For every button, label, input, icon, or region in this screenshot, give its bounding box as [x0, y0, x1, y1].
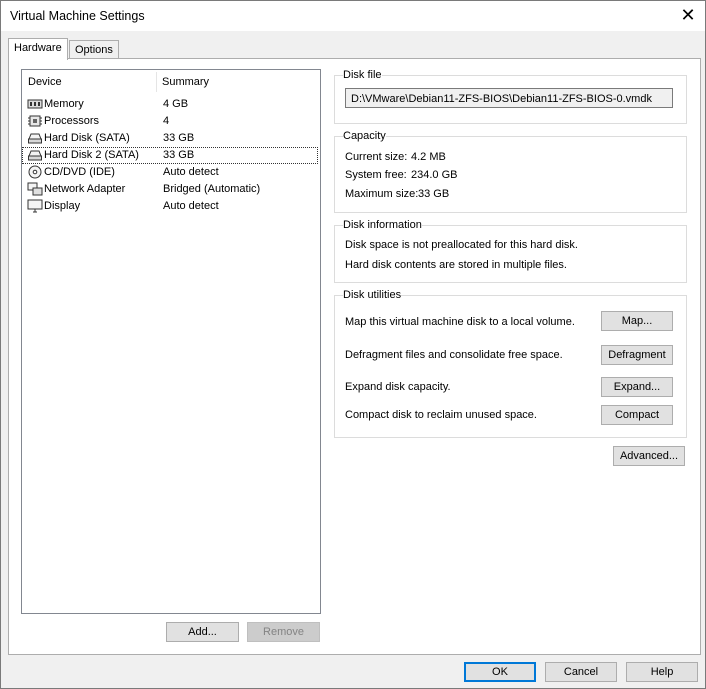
help-button[interactable]: Help	[626, 662, 698, 682]
device-row-cd-dvd[interactable]: CD/DVD (IDE) Auto detect	[22, 164, 318, 181]
compact-description: Compact disk to reclaim unused space.	[345, 409, 537, 421]
device-name: Memory	[44, 98, 84, 110]
current-size-label: Current size:	[345, 151, 408, 163]
device-list-header: Device Summary	[22, 70, 320, 92]
device-summary: 33 GB	[163, 149, 195, 161]
hard-disk-icon	[28, 133, 42, 144]
window-title: Virtual Machine Settings	[10, 9, 145, 23]
group-title: Disk information	[343, 219, 422, 231]
device-list[interactable]: Device Summary Memory 4 GB Processors 4 …	[21, 69, 321, 614]
device-row-hard-disk[interactable]: Hard Disk (SATA) 33 GB	[22, 130, 318, 147]
device-summary: 4	[163, 115, 170, 127]
group-title: Capacity	[343, 130, 386, 142]
device-row-processors[interactable]: Processors 4	[22, 113, 318, 130]
device-name: Processors	[44, 115, 100, 127]
tab-options[interactable]: Options	[69, 40, 119, 60]
tab-hardware-label: Hardware	[14, 42, 62, 54]
tab-options-label: Options	[75, 44, 113, 56]
title-bar: Virtual Machine Settings ✕	[1, 1, 705, 31]
device-summary: Auto detect	[163, 166, 219, 178]
disk-file-path-field[interactable]: D:\VMware\Debian11-ZFS-BIOS\Debian11-ZFS…	[345, 88, 673, 108]
group-title: Disk utilities	[343, 289, 402, 301]
device-name: Network Adapter	[44, 183, 126, 195]
disk-info-line-1: Disk space is not preallocated for this …	[345, 239, 578, 251]
system-free-label: System free:	[345, 169, 407, 181]
tab-hardware[interactable]: Hardware	[8, 38, 68, 60]
advanced-button[interactable]: Advanced...	[613, 446, 685, 466]
hard-disk-icon	[28, 150, 42, 161]
remove-button[interactable]: Remove	[247, 622, 320, 642]
ok-button[interactable]: OK	[464, 662, 536, 682]
device-name: CD/DVD (IDE)	[44, 166, 115, 178]
device-row-memory[interactable]: Memory 4 GB	[22, 96, 318, 113]
close-icon[interactable]: ✕	[677, 4, 699, 26]
device-row-hard-disk-2[interactable]: Hard Disk 2 (SATA) 33 GB	[22, 147, 318, 164]
device-name: Display	[44, 200, 81, 212]
cancel-button[interactable]: Cancel	[545, 662, 617, 682]
device-row-network-adapter[interactable]: Network Adapter Bridged (Automatic)	[22, 181, 318, 198]
device-name: Hard Disk 2 (SATA)	[44, 149, 139, 161]
network-adapter-icon	[27, 182, 43, 196]
device-summary: 33 GB	[163, 132, 195, 144]
settings-window: Virtual Machine Settings ✕ Hardware Opti…	[0, 0, 706, 689]
current-size-value: 4.2 MB	[411, 151, 446, 163]
add-button[interactable]: Add...	[166, 622, 239, 642]
defragment-description: Defragment files and consolidate free sp…	[345, 349, 563, 361]
map-description: Map this virtual machine disk to a local…	[345, 316, 575, 328]
disk-info-line-2: Hard disk contents are stored in multipl…	[345, 259, 567, 271]
expand-description: Expand disk capacity.	[345, 381, 451, 393]
group-title: Disk file	[343, 69, 382, 81]
device-summary: Bridged (Automatic)	[163, 183, 261, 195]
maximum-size-value: 33 GB	[418, 188, 450, 200]
device-name: Hard Disk (SATA)	[44, 132, 130, 144]
compact-button[interactable]: Compact	[601, 405, 673, 425]
column-separator[interactable]	[156, 72, 157, 92]
system-free-value: 234.0 GB	[411, 169, 458, 181]
column-header-summary[interactable]: Summary	[162, 76, 209, 88]
device-summary: 4 GB	[163, 98, 189, 110]
defragment-button[interactable]: Defragment	[601, 345, 673, 365]
processor-icon	[28, 115, 42, 127]
device-row-display[interactable]: Display Auto detect	[22, 198, 318, 215]
maximum-size-label: Maximum size:	[345, 188, 419, 200]
memory-icon	[27, 99, 43, 109]
map-button[interactable]: Map...	[601, 311, 673, 331]
disk-information-group: Disk information	[334, 219, 687, 283]
display-icon	[27, 199, 43, 213]
column-header-device[interactable]: Device	[28, 76, 62, 88]
cd-dvd-icon	[28, 165, 42, 179]
device-summary: Auto detect	[163, 200, 219, 212]
expand-button[interactable]: Expand...	[601, 377, 673, 397]
